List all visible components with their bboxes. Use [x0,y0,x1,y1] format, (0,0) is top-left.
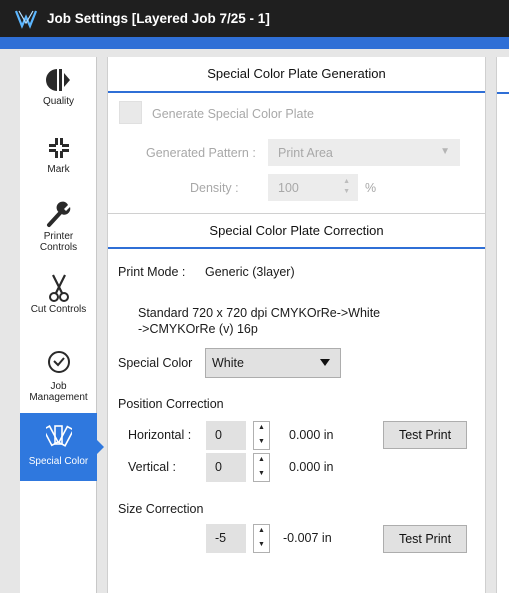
print-mode-value: Generic (3layer) [205,265,295,279]
settings-panel: Special Color Plate Generation Generate … [107,57,486,593]
horizontal-value: 0 [215,428,222,442]
spin-up-icon[interactable]: ▲ [254,454,269,468]
horizontal-spinner[interactable]: ▲ ▼ [253,421,270,450]
sidebar-item-mark[interactable]: Mark [20,131,97,191]
wrench-icon [46,201,70,227]
horizontal-readout: 0.000 in [289,428,334,442]
spin-arrows-icon: ▲ ▼ [343,178,350,195]
size-spinner[interactable]: ▲ ▼ [253,524,270,553]
pattern-label: Generated Pattern : [146,146,256,160]
sidebar-item-label: Job Management [29,381,88,403]
title-bar: Job Settings [Layered Job 7/25 - 1] [0,0,509,37]
sidebar-item-label: Cut Controls [30,304,87,315]
mode-description-line1: Standard 720 x 720 dpi CMYKOrRe->White [138,306,381,320]
sidebar-item-printer-controls[interactable]: Printer Controls [20,197,97,267]
sidebar-item-quality[interactable]: Quality [20,63,97,125]
density-spinbox[interactable]: 100 ▲ ▼ [268,174,358,201]
spin-up-icon[interactable]: ▲ [254,525,269,539]
generate-plate-checkbox[interactable] [119,101,142,124]
pattern-select[interactable]: Print Area ▼ [268,139,460,166]
vertical-readout: 0.000 in [289,460,334,474]
sidebar-item-label: Printer Controls [39,231,78,253]
sidebar-item-special-color[interactable]: Special Color [20,413,104,481]
spin-up-icon[interactable]: ▲ [254,422,269,436]
size-correction-label: Size Correction [118,502,204,516]
vertical-label: Vertical : [128,460,176,474]
quality-icon [45,69,70,91]
sidebar-item-cut-controls[interactable]: Cut Controls [20,271,97,341]
adjacent-panel-accent [497,92,509,94]
spin-down-icon[interactable]: ▼ [254,436,269,450]
chevron-down-icon[interactable] [310,349,340,377]
vertical-spinner[interactable]: ▲ ▼ [253,453,270,482]
sidebar-item-label: Quality [42,96,75,107]
density-unit: % [365,181,377,195]
position-correction-label: Position Correction [118,397,224,411]
generate-plate-label: Generate Special Color Plate [152,107,314,121]
special-color-label: Special Color [118,356,193,370]
spin-down-icon[interactable]: ▼ [254,468,269,482]
sidebar: Quality Mark Printer Controls Cut Contro… [20,57,104,593]
horizontal-input[interactable]: 0 [206,421,246,450]
size-value: -5 [215,531,227,545]
test-print-button[interactable]: Test Print [383,421,467,449]
vertical-input[interactable]: 0 [206,453,246,482]
mode-description-line2: ->CMYKOrRe (v) 16p [138,322,258,336]
print-mode-label: Print Mode : [118,265,186,279]
special-color-select[interactable]: White [205,348,341,378]
vertical-value: 0 [215,460,222,474]
title-accent-bar [0,37,509,49]
sidebar-item-label: Special Color [28,456,89,467]
size-input[interactable]: -5 [206,524,246,553]
app-logo-icon [15,10,37,29]
sidebar-item-label: Mark [47,164,70,175]
size-readout: -0.007 in [283,531,332,545]
correction-section-header: Special Color Plate Correction [108,213,485,249]
density-label: Density : [190,181,239,195]
mark-icon [48,138,69,158]
spin-down-icon[interactable]: ▼ [254,539,269,553]
scissors-icon [48,274,69,302]
density-value: 100 [278,181,299,195]
sidebar-item-job-management[interactable]: Job Management [20,347,97,411]
size-test-print-button[interactable]: Test Print [383,525,467,553]
special-color-icon [45,425,72,447]
horizontal-label: Horizontal : [128,428,192,442]
pattern-select-value: Print Area [278,146,333,160]
generation-section-header: Special Color Plate Generation [108,57,485,93]
chevron-down-icon: ▼ [440,146,450,157]
window-title: Job Settings [Layered Job 7/25 - 1] [47,11,270,26]
clock-icon [47,351,70,373]
special-color-value: White [212,356,244,370]
active-indicator [97,440,104,454]
adjacent-panel-edge [496,57,509,593]
